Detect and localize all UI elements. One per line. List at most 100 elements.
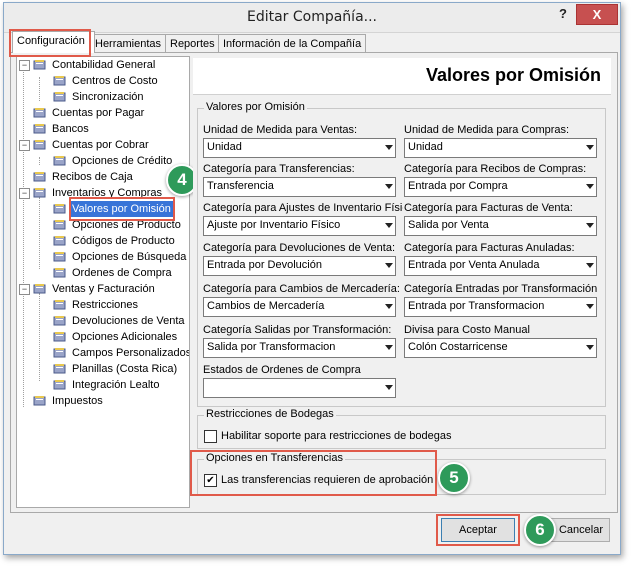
dropdown-value: Unidad [408,141,443,153]
tree-node-label: Impuestos [52,395,103,407]
transformation-exit-category-dropdown[interactable]: Salida por Transformacion [203,338,396,358]
book-icon [53,155,66,166]
tree-node-ordenes-de-compra[interactable]: Ordenes de Compra [53,265,174,281]
tree-guide [39,293,40,381]
collapse-icon[interactable]: − [19,284,30,295]
tree-node-label: Ventas y Facturación [52,283,155,295]
dropdown-arrow-icon [385,385,393,390]
tree-guide [39,77,40,101]
tree-node-planillas[interactable]: Planillas (Costa Rica) [53,361,179,377]
tab-label: Información de la Compañía [223,38,362,50]
tree-node-recibos-de-caja[interactable]: Recibos de Caja [33,169,135,185]
book-icon [53,299,66,310]
dropdown-value: Cambios de Mercadería [207,300,325,312]
tree-node-label: Restricciones [72,299,139,311]
dropdown-arrow-icon [385,184,393,189]
field-label: Unidad de Medida para Ventas: [203,124,358,136]
tree-node-campos-personalizados[interactable]: Campos Personalizados [53,345,189,361]
purchase-order-status-dropdown[interactable] [203,378,396,398]
book-icon [53,267,66,278]
callout-badge-5: 5 [438,462,470,494]
tree-node-devoluciones-de-venta[interactable]: Devoluciones de Venta [53,313,187,329]
sales-invoice-category-dropdown[interactable]: Salida por Venta [404,216,597,236]
dropdown-value: Salida por Transformacion [207,341,336,353]
tree-node-opciones-de-busqueda[interactable]: Opciones de Búsqueda [53,249,188,265]
tree-node-label: Sincronización [72,91,144,103]
book-icon [53,235,66,246]
tree-node-label: Opciones de Búsqueda [72,251,187,263]
book-icon [33,123,46,134]
help-icon[interactable]: ? [552,4,574,23]
tree-node-label: Contabilidad General [52,59,156,71]
tree-node-label: Ordenes de Compra [72,267,172,279]
book-icon [53,315,66,326]
close-icon[interactable]: X [576,4,618,25]
dropdown-value: Entrada por Venta Anulada [408,259,540,271]
dropdown-arrow-icon [586,223,594,228]
purchase-receipt-category-dropdown[interactable]: Entrada por Compra [404,177,597,197]
book-icon [53,219,66,230]
field-label: Categoría Entradas por Transformación [404,283,598,295]
tab-informacion-compania[interactable]: Información de la Compañía [218,34,366,53]
warehouse-restrictions-checkbox[interactable] [204,430,217,443]
window-title: Editar Compañía... [246,9,378,25]
tree-node-cuentas-por-pagar[interactable]: Cuentas por Pagar [33,105,146,121]
merchandise-change-category-dropdown[interactable]: Cambios de Mercadería [203,297,396,317]
dropdown-value: Entrada por Devolución [207,259,322,271]
collapse-icon[interactable]: − [19,60,30,71]
settings-tree[interactable]: − Contabilidad General Centros de Costo … [16,56,190,508]
tree-guide [39,197,40,269]
tree-node-label: Recibos de Caja [52,171,133,183]
inventory-adjustment-category-dropdown[interactable]: Ajuste por Inventario Físico [203,216,396,236]
voided-invoice-category-dropdown[interactable]: Entrada por Venta Anulada [404,256,597,276]
book-icon [53,251,66,262]
title-bar: Editar Compañía... ? X [4,3,620,33]
tab-reportes[interactable]: Reportes [165,34,223,53]
field-label: Categoría Salidas por Transformación: [203,324,392,336]
manual-cost-currency-dropdown[interactable]: Colón Costarricense [404,338,597,358]
book-icon [33,283,46,294]
dropdown-value: Unidad [207,141,242,153]
tree-node-bancos[interactable]: Bancos [33,121,91,137]
tree-node-label: Opciones de Crédito [72,155,173,167]
book-icon [53,379,66,390]
transfer-category-dropdown[interactable]: Transferencia [203,177,396,197]
dropdown-value: Entrada por Compra [408,180,508,192]
tab-herramientas[interactable]: Herramientas [90,34,170,53]
book-icon [53,91,66,102]
tree-node-label: Cuentas por Cobrar [52,139,149,151]
tree-node-codigos-de-producto[interactable]: Códigos de Producto [53,233,177,249]
collapse-icon[interactable]: − [19,140,30,151]
tree-node-opciones-de-credito[interactable]: Opciones de Crédito [53,153,174,169]
tree-node-impuestos[interactable]: Impuestos [33,393,105,409]
group-title: Restricciones de Bodegas [204,408,336,420]
book-icon [33,59,46,70]
field-label: Categoría para Ajustes de Inventario Fís… [203,202,403,214]
dropdown-value: Entrada por Transformacion [408,300,545,312]
field-label: Categoría para Recibos de Compras: [404,163,587,175]
field-label: Unidad de Medida para Compras: [404,124,570,136]
tree-guide [23,69,24,407]
book-icon [33,171,46,182]
dropdown-arrow-icon [586,304,594,309]
tab-label: Reportes [170,38,215,50]
tree-node-sincronizacion[interactable]: Sincronización [53,89,146,105]
purchase-unit-dropdown[interactable]: Unidad [404,138,597,158]
collapse-icon[interactable]: − [19,188,30,199]
tree-node-centros-de-costo[interactable]: Centros de Costo [53,73,160,89]
tree-node-label: Integración Lealto [72,379,160,391]
dropdown-arrow-icon [586,184,594,189]
tree-node-integracion-lealto[interactable]: Integración Lealto [53,377,161,393]
dropdown-arrow-icon [385,263,393,268]
sales-unit-dropdown[interactable]: Unidad [203,138,396,158]
highlight-transfer-options-box [190,450,437,496]
dropdown-arrow-icon [385,223,393,228]
field-label: Estados de Ordenes de Compra [203,364,361,376]
transformation-entry-category-dropdown[interactable]: Entrada por Transformacion [404,297,597,317]
tree-node-restricciones[interactable]: Restricciones [53,297,140,313]
sales-return-category-dropdown[interactable]: Entrada por Devolución [203,256,396,276]
tree-node-opciones-adicionales[interactable]: Opciones Adicionales [53,329,179,345]
field-label: Categoría para Facturas de Venta: [404,202,573,214]
book-icon [33,187,46,198]
tree-node-label: Planillas (Costa Rica) [72,363,178,375]
